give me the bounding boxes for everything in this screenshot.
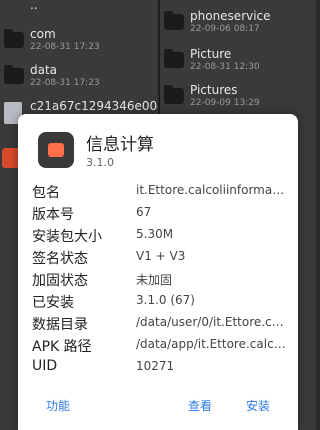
- folder-item-com[interactable]: com 22-08-31 17:23: [0, 26, 158, 66]
- info-key: 签名状态: [32, 251, 88, 267]
- app-icon: [38, 132, 74, 168]
- info-value: 10271: [136, 359, 175, 373]
- info-row-uid: UID 10271: [32, 358, 286, 380]
- info-row-installed: 已安装 3.1.0 (67): [32, 292, 286, 314]
- info-row-signature: 签名状态 V1 + V3: [32, 248, 286, 270]
- folder-name: Picture: [190, 47, 232, 61]
- info-value: 3.1.0 (67): [136, 293, 195, 307]
- info-value: 未加固: [136, 273, 173, 287]
- folder-date: 22-08-31 17:23: [30, 78, 100, 88]
- view-button[interactable]: 查看: [188, 397, 212, 414]
- folder-date: 22-08-31 12:30: [190, 62, 260, 72]
- info-row-version-code: 版本号 67: [32, 204, 286, 226]
- info-value: /data/user/0/it.Ettore.calcoli...: [136, 315, 286, 329]
- folder-icon: [164, 85, 184, 104]
- folder-date: 22-09-09 13:29: [190, 98, 260, 108]
- folder-date: 22-08-31 17:23: [30, 42, 100, 52]
- info-value: /data/app/it.Ettore.calcoliinf...: [136, 337, 286, 351]
- folder-date: 22-09-06 08:17: [190, 24, 260, 34]
- info-key: UID: [32, 358, 58, 374]
- info-key: 包名: [32, 185, 60, 201]
- folder-icon: [4, 29, 24, 48]
- info-key: 已安装: [32, 295, 74, 311]
- info-row-data-dir: 数据目录 /data/user/0/it.Ettore.calcoli...: [32, 314, 286, 336]
- app-version: 3.1.0: [86, 156, 114, 169]
- folder-name: data: [30, 63, 58, 77]
- info-value: it.Ettore.calcoliinformatici: [136, 183, 286, 197]
- info-row-package: 包名 it.Ettore.calcoliinformatici: [32, 182, 286, 204]
- folder-item-picture[interactable]: Picture 22-08-31 12:30: [160, 46, 316, 86]
- folder-name: phoneservice: [190, 9, 271, 23]
- info-key: 加固状态: [32, 273, 88, 289]
- folder-name: Pictures: [190, 83, 238, 97]
- features-button[interactable]: 功能: [46, 397, 70, 414]
- folder-icon: [164, 11, 184, 30]
- app-info-dialog: 信息计算 3.1.0 包名 it.Ettore.calcoliinformati…: [18, 114, 298, 430]
- file-name: c21a67c1294346e0047: [30, 99, 158, 113]
- info-row-size: 安装包大小 5.30M: [32, 226, 286, 248]
- app-title: 信息计算: [86, 135, 154, 155]
- file-item-parent[interactable]: ..: [0, 0, 158, 28]
- folder-item-phoneservice[interactable]: phoneservice 22-09-06 08:17: [160, 8, 316, 48]
- info-row-protection: 加固状态 未加固: [32, 270, 286, 292]
- folder-icon: [4, 65, 24, 84]
- folder-item-data[interactable]: data 22-08-31 17:23: [0, 62, 158, 102]
- info-key: 数据目录: [32, 317, 88, 333]
- folder-icon: [164, 49, 184, 68]
- info-value: 67: [136, 205, 152, 219]
- file-name: ..: [30, 0, 38, 12]
- info-key: 版本号: [32, 207, 74, 223]
- folder-name: com: [30, 27, 56, 41]
- info-value: 5.30M: [136, 227, 174, 241]
- info-key: APK 路径: [32, 339, 92, 355]
- install-button[interactable]: 安装: [246, 397, 270, 414]
- info-value: V1 + V3: [136, 249, 186, 263]
- info-row-apk-path: APK 路径 /data/app/it.Ettore.calcoliinf...: [32, 336, 286, 358]
- info-key: 安装包大小: [32, 229, 102, 245]
